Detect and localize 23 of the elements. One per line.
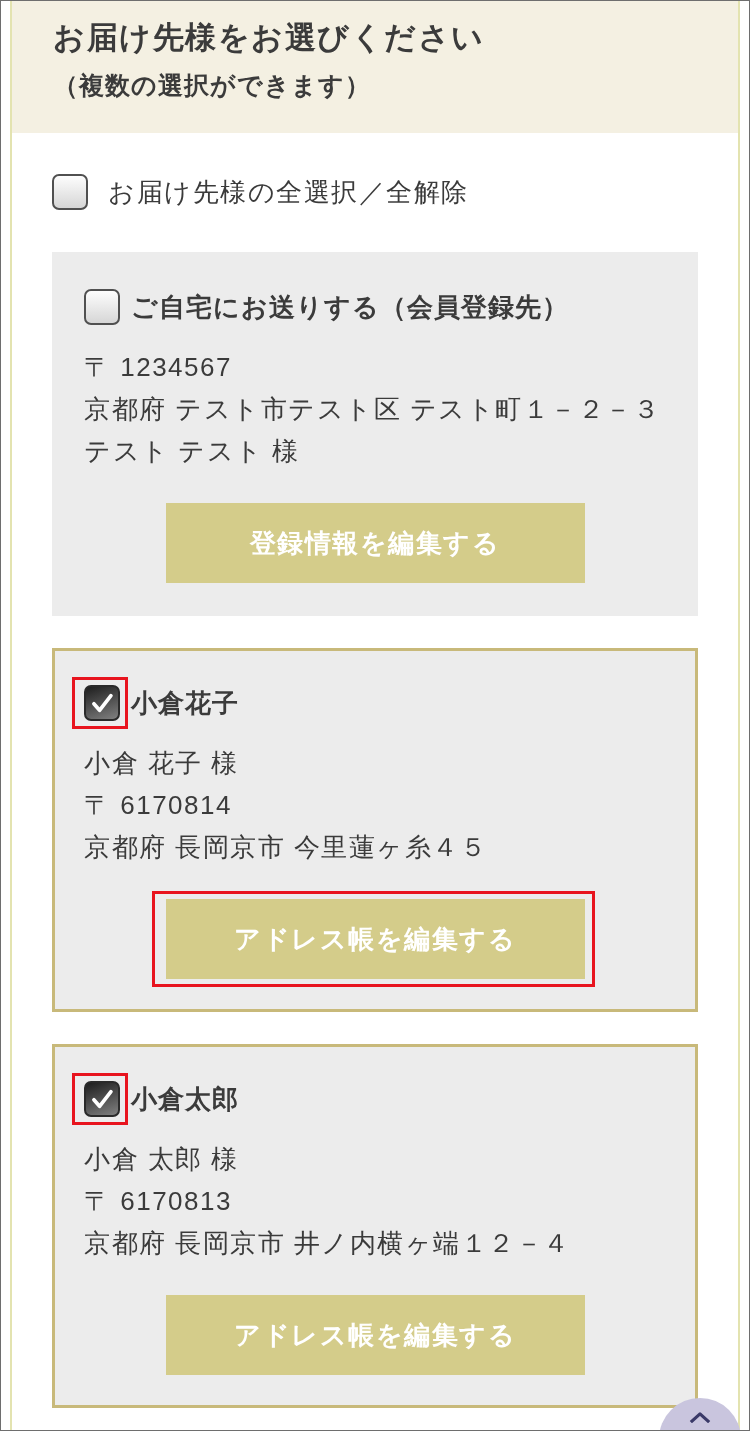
edit-button[interactable]: アドレス帳を編集する <box>165 899 585 979</box>
checkbox[interactable] <box>84 289 120 325</box>
address-line: 〒 6170813 <box>84 1185 233 1218</box>
chevron-up-icon <box>689 1412 711 1423</box>
address-card-title: 小倉花子 <box>131 687 239 720</box>
address-line: テスト テスト 様 <box>84 435 301 468</box>
address-line: 小倉 花子 様 <box>84 747 240 780</box>
page-subtitle: （複数の選択ができます） <box>53 70 372 101</box>
select-all-label: お届け先様の全選択／全解除 <box>108 176 469 209</box>
checkbox[interactable] <box>84 1081 120 1117</box>
edit-button[interactable]: アドレス帳を編集する <box>165 1295 585 1375</box>
checkbox[interactable] <box>52 174 88 210</box>
address-line: 京都府 長岡京市 今里蓮ヶ糸４５ <box>84 831 489 864</box>
address-line: 京都府 テスト市テスト区 テスト町１－２－３ <box>84 393 662 426</box>
address-line: 〒 6170814 <box>84 789 233 822</box>
address-line: 〒 1234567 <box>84 351 233 384</box>
page-title: お届け先様をお選びください <box>53 19 486 57</box>
edit-button[interactable]: 登録情報を編集する <box>165 503 585 583</box>
address-line: 京都府 長岡京市 井ノ内横ヶ端１２－４ <box>84 1227 572 1260</box>
address-card-title: ご自宅にお送りする（会員登録先） <box>131 291 569 324</box>
address-line: 小倉 太郎 様 <box>84 1143 240 1176</box>
checkbox[interactable] <box>84 685 120 721</box>
address-card-title: 小倉太郎 <box>131 1083 239 1116</box>
